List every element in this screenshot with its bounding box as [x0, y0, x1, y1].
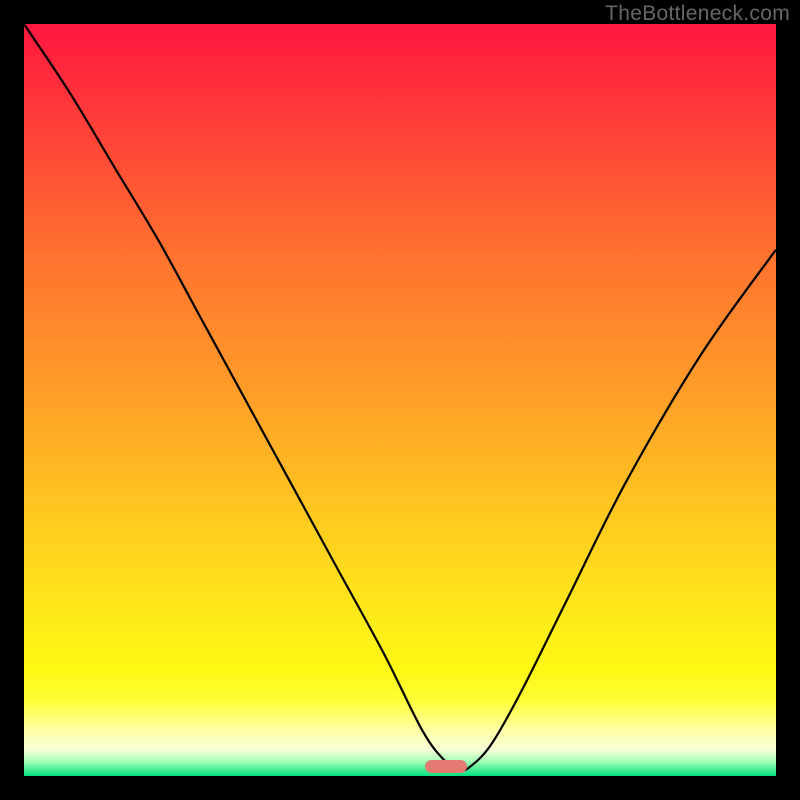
watermark-text: TheBottleneck.com: [605, 2, 790, 26]
plot-area: [24, 24, 776, 776]
optimum-marker: [425, 760, 467, 773]
bottleneck-curve: [24, 24, 776, 776]
chart-frame: TheBottleneck.com: [0, 0, 800, 800]
